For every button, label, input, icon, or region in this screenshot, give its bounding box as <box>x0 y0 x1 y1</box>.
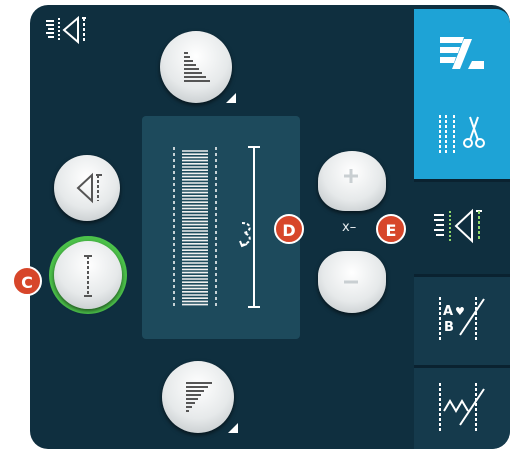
corner-indicator <box>226 93 236 103</box>
scissors-tie-off-icon[interactable] <box>434 109 490 159</box>
callout-c: C <box>12 266 42 296</box>
stitch-panel: A ♥ B x– <box>30 5 510 449</box>
sequence-abc-icon[interactable]: A ♥ B <box>436 293 488 345</box>
taper-start-icon <box>184 52 210 82</box>
decrease-icon <box>344 280 358 284</box>
increase-icon <box>344 169 358 183</box>
stitch-program-icon[interactable] <box>436 379 488 435</box>
callout-d: D <box>274 214 304 244</box>
stitch-menu-icon[interactable] <box>438 31 488 73</box>
svg-text:♥: ♥ <box>455 305 465 318</box>
svg-text:B: B <box>444 320 454 335</box>
stitch-positioning-icon[interactable] <box>430 207 486 245</box>
stitch-positioning-icon[interactable] <box>44 15 92 45</box>
svg-text:A: A <box>443 304 453 319</box>
taper-end-icon <box>186 382 212 412</box>
single-stitch-icon <box>84 255 92 297</box>
mirror-label: x– <box>342 220 357 235</box>
callout-e: E <box>376 214 406 244</box>
mirror-side-icon <box>76 172 102 204</box>
corner-indicator <box>228 423 238 433</box>
stitch-position-icon <box>239 222 251 248</box>
stitch-preview-graphic <box>173 147 217 309</box>
